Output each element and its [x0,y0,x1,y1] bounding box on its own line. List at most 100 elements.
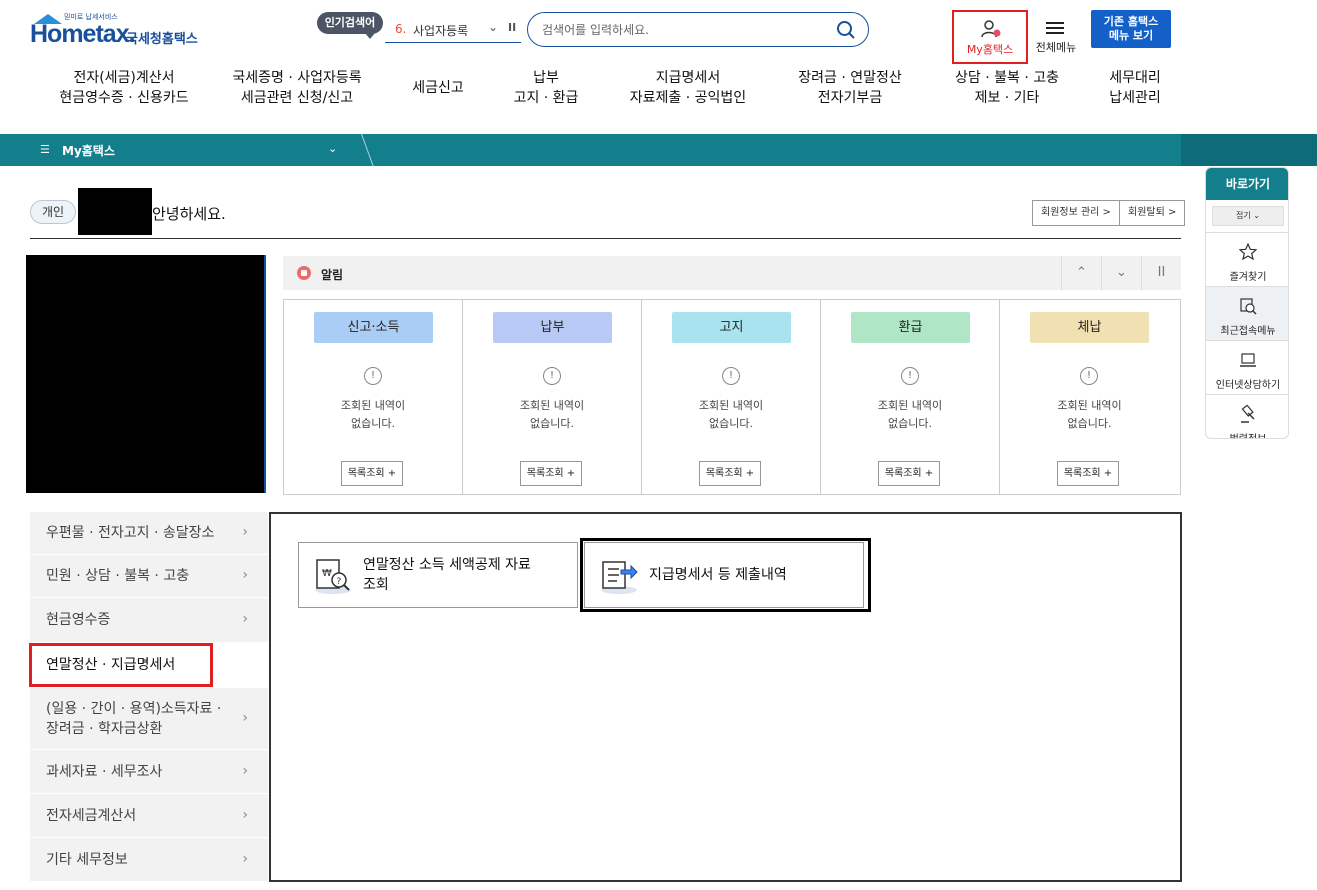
logo-wordmark: Hometax. [30,20,136,48]
list-view-button[interactable]: 목록조회 + [699,461,761,486]
status-filing: 신고·소득 ! 조회된 내역이 없습니다. 목록조회 + [284,300,463,494]
side-menu: 우편물 · 전자고지 · 송달장소 › 민원 · 상담 · 불복 · 고충 › 현금… [30,512,270,882]
info-icon: ! [722,367,740,385]
nav-incentive[interactable]: 장려금 · 연말정산 전자기부금 [786,68,914,108]
nav-certificate[interactable]: 국세증명 · 사업자등록 세금관련 신청/신고 [220,68,374,108]
chevron-up-icon[interactable]: ⌃ [1061,256,1101,290]
logo-korean-name: 국세청홈택스 [126,32,198,47]
info-icon: ! [364,367,382,385]
chevron-down-icon[interactable]: ⌄ [328,142,337,155]
status-payment: 납부 ! 조회된 내역이 없습니다. 목록조회 + [463,300,642,494]
quick-recent-menu[interactable]: 최근접속메뉴 [1206,286,1288,340]
breadcrumb-separator [344,134,374,166]
breadcrumb-label: My홈택스 [62,144,115,158]
active-highlight [29,643,213,687]
gavel-icon [1241,405,1255,423]
nav-e-invoice[interactable]: 전자(세금)계산서 현금영수증 · 신용카드 [48,68,200,108]
laptop-icon [1240,353,1256,367]
side-item-other[interactable]: 기타 세무정보 › [30,838,268,882]
list-view-button[interactable]: 목록조회 + [341,461,403,486]
list-view-button[interactable]: 목록조회 + [1057,461,1119,486]
menu-icon: ☰ [40,143,50,156]
legacy-line1: 기존 홈택스 [1103,15,1159,28]
card-label: 연말정산 소득 세액공제 자료 조회 [363,557,531,593]
search-icon[interactable] [836,20,856,40]
star-icon [1239,243,1257,261]
breadcrumb-bar-end [1181,134,1317,166]
all-menu-button[interactable]: 전체메뉴 [1033,14,1079,58]
svg-text:₩: ₩ [322,568,332,579]
status-title: 고지 [672,312,791,343]
chevron-right-icon: › [242,806,248,823]
chevron-down-icon[interactable]: ⌄ [1101,256,1141,290]
fold-button[interactable]: 접기 ⌄ [1212,206,1284,226]
greeting-text: 안녕하세요. [152,205,226,223]
breadcrumb-bar: ☰ My홈택스 ⌄ [0,134,1317,166]
status-notice: 고지 ! 조회된 내역이 없습니다. 목록조회 + [642,300,821,494]
hometax-logo[interactable]: 믿미로 납세서비스 Hometax. 국세청홈택스 [30,12,210,52]
all-menu-label: 전체메뉴 [1035,41,1077,54]
list-view-button[interactable]: 목록조회 + [878,461,940,486]
status-title: 납부 [493,312,612,343]
status-message: 조회된 내역이 없습니다. [1057,399,1122,430]
member-info-button[interactable]: 회원정보 관리 > [1032,200,1120,226]
search-input[interactable] [542,21,822,39]
speaker-icon [297,266,311,280]
side-item-mail[interactable]: 우편물 · 전자고지 · 송달장소 › [30,512,268,555]
notice-bar: 알림 ⌃ ⌄ II [283,256,1181,290]
info-icon: ! [1080,367,1098,385]
list-view-button[interactable]: 목록조회 + [520,461,582,486]
my-hometax-label: My홈택스 [966,43,1014,56]
breadcrumb[interactable]: ☰ My홈택스 ⌄ [0,134,374,166]
status-title: 환급 [851,312,970,343]
status-message: 조회된 내역이 없습니다. [698,399,764,430]
document-search-icon: ₩ ? [315,559,351,594]
quick-bar-title: 바로가기 [1206,168,1288,200]
quick-online-consult[interactable]: 인터넷상담하기 [1206,340,1288,394]
side-item-e-invoice[interactable]: 전자세금계산서 › [30,794,268,838]
status-grid: 신고·소득 ! 조회된 내역이 없습니다. 목록조회 + 납부 ! 조회된 내역… [283,299,1181,495]
status-title: 신고·소득 [314,312,433,343]
status-arrears: 체납 ! 조회된 내역이 없습니다. 목록조회 + [1000,300,1179,494]
side-item-tax-data[interactable]: 과세자료 · 세무조사 › [30,750,268,794]
chevron-right-icon: › [242,850,248,867]
chevron-right-icon: › [242,709,248,726]
popular-rank: 6. [395,22,407,36]
status-title: 체납 [1030,312,1149,343]
popular-search-term[interactable]: 사업자등록 [413,22,468,39]
quick-bar: 바로가기 접기 ⌄ 즐겨찾기 최근접속메뉴 인터넷상담하기 법령정보 [1205,167,1289,439]
user-star-icon [981,20,1001,38]
my-hometax-button[interactable]: My홈택스 [952,10,1028,64]
info-icon: ! [543,367,561,385]
legacy-line2: 메뉴 보기 [1108,29,1154,42]
legacy-menu-button[interactable]: 기존 홈택스 메뉴 보기 [1091,10,1171,48]
redacted-name [78,188,152,235]
chevron-right-icon: › [242,524,248,540]
pause-icon[interactable]: II [508,21,516,34]
notice-label: 알림 [321,268,344,282]
quick-law-info[interactable]: 법령정보 [1206,394,1288,438]
status-refund: 환급 ! 조회된 내역이 없습니다. 목록조회 + [821,300,1000,494]
chevron-down-icon[interactable]: ⌄ [488,20,498,34]
hamburger-icon [1046,22,1064,34]
nav-tax-filing[interactable]: 세금신고 [398,78,478,98]
side-item-cash-receipt[interactable]: 현금영수증 › [30,598,268,643]
nav-payment[interactable]: 납부 고지 · 환급 [500,68,592,108]
pause-icon[interactable]: II [1141,256,1181,290]
nav-payment-statement[interactable]: 지급명세서 자료제출 · 공익법인 [618,68,758,108]
side-item-income-data[interactable]: (일용 · 간이 · 용역)소득자료 · 장려금 · 학자금상환 › [30,688,268,750]
chevron-right-icon: › [242,567,248,583]
svg-text:?: ? [337,577,342,587]
info-icon: ! [901,367,919,385]
withdraw-button[interactable]: 회원탈퇴 > [1119,200,1186,226]
card-year-end-deduction[interactable]: ₩ ? 연말정산 소득 세액공제 자료 조회 [298,542,578,608]
nav-tax-agent[interactable]: 세무대리 납세관리 [1098,68,1172,108]
nav-consult[interactable]: 상담 · 불복 · 고충 제보 · 기타 [940,68,1074,108]
status-message: 조회된 내역이 없습니다. [340,399,406,430]
recent-search-icon [1240,298,1257,315]
status-message: 조회된 내역이 없습니다. [877,399,943,430]
quick-favorites[interactable]: 즐겨찾기 [1206,232,1288,286]
chevron-right-icon: › [242,611,248,627]
side-item-petition[interactable]: 민원 · 상담 · 불복 · 고충 › [30,555,268,598]
redacted-profile [26,255,266,493]
